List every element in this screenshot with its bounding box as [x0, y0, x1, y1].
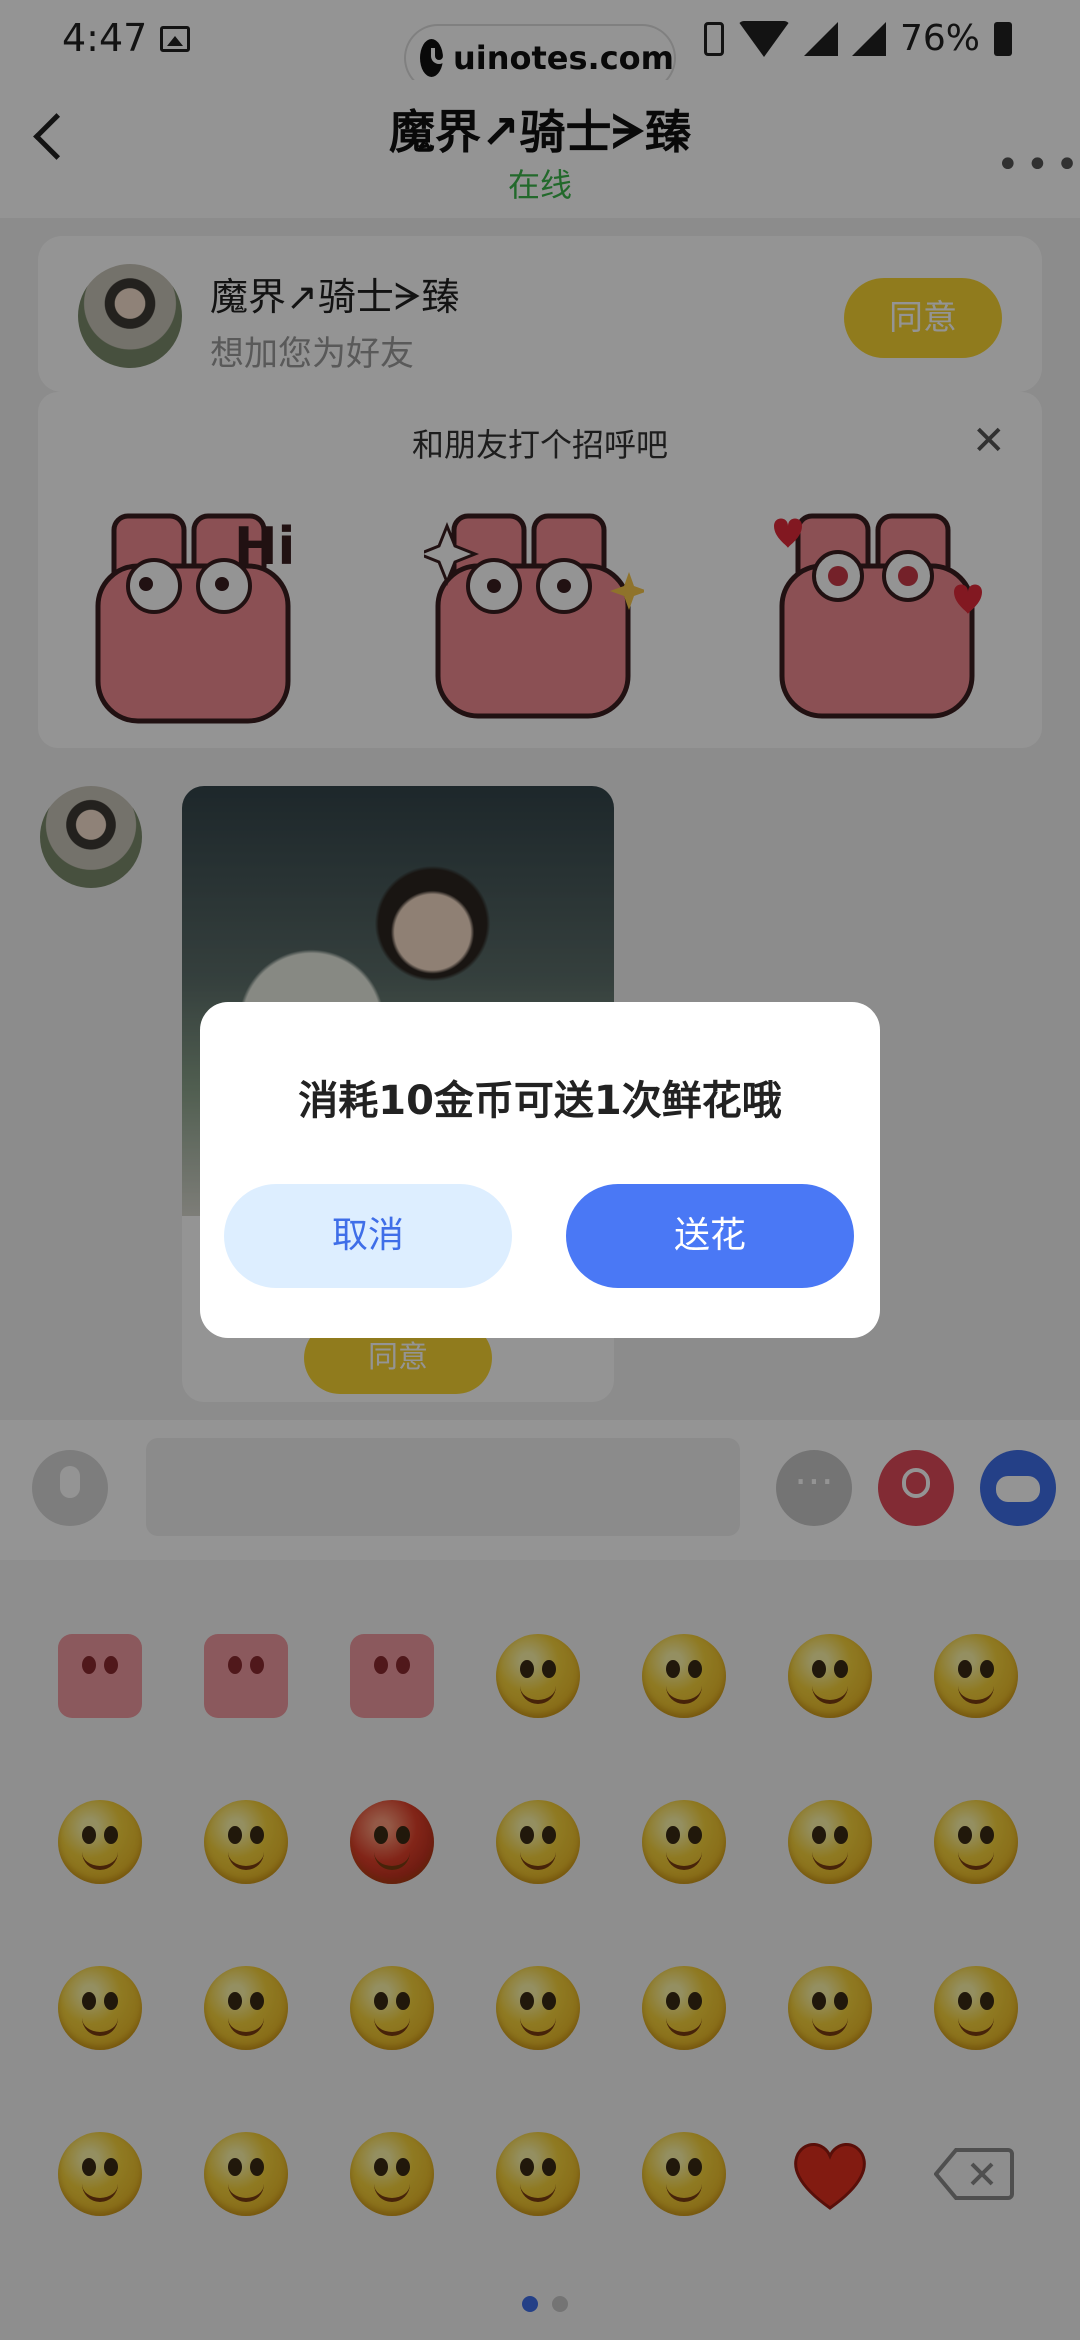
send-flower-button[interactable]: 送花 — [566, 1184, 854, 1288]
dialog-message: 消耗10金币可送1次鲜花哦 — [298, 1078, 782, 1124]
cancel-button[interactable]: 取消 — [224, 1184, 512, 1288]
